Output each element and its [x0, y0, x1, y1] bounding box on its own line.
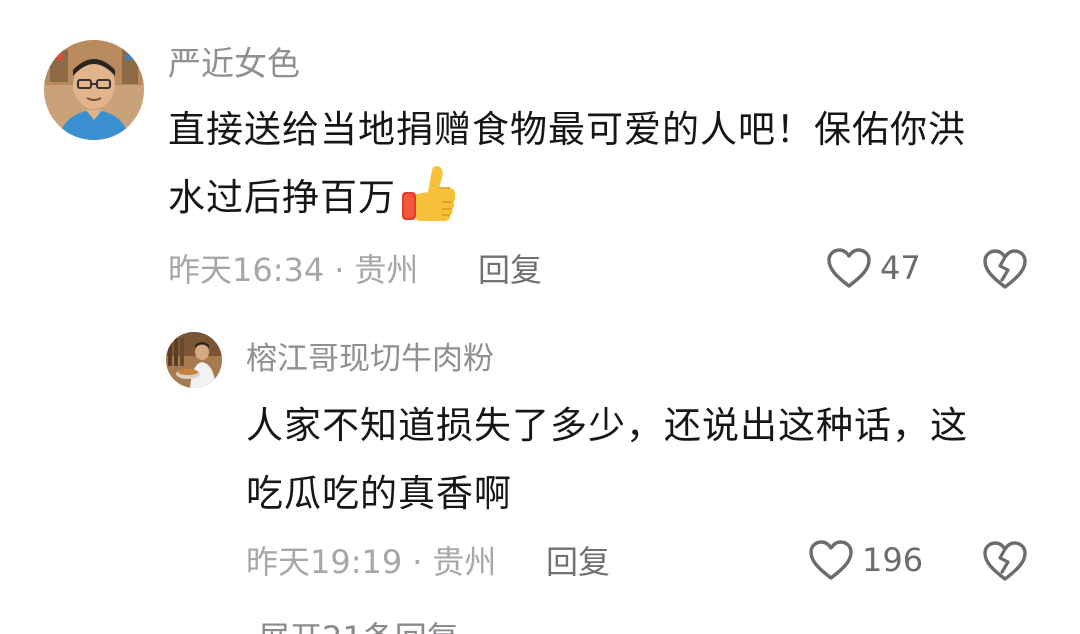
reply-avatar-image: [166, 332, 222, 388]
comment-location: 贵州: [354, 251, 419, 289]
like-button[interactable]: 196: [808, 538, 923, 582]
reply-text: 人家不知道损失了多少，还说出这种话，这 吃瓜吃的真香啊: [246, 392, 1046, 528]
comment-text-line: 直接送给当地捐赠食物最可爱的人吧！保佑你洪: [168, 108, 966, 151]
like-count: 196: [862, 541, 924, 579]
comment-text-line: 水过后挣百万: [168, 164, 1048, 232]
heart-outline-icon: [808, 539, 854, 581]
reply-timestamp: 昨天19:19: [246, 543, 403, 581]
reply-username[interactable]: 榕江哥现切牛肉粉: [246, 338, 494, 380]
meta-separator: ·: [334, 251, 345, 289]
comment-timestamp: 昨天16:34: [168, 251, 325, 289]
reply-location: 贵州: [432, 543, 497, 581]
heart-outline-icon: [826, 247, 872, 289]
reply-button[interactable]: 回复: [478, 248, 542, 292]
user-avatar-image: [44, 40, 144, 140]
comment-meta: 昨天16:34 · 贵州: [168, 248, 418, 292]
thumbs-up-emoji-icon: [398, 164, 458, 226]
avatar[interactable]: [44, 40, 144, 140]
like-count: 47: [880, 249, 921, 287]
reply-text-line: 吃瓜吃的真香啊: [246, 472, 512, 515]
reply-avatar[interactable]: [166, 332, 222, 388]
meta-separator: ·: [412, 543, 423, 581]
reply-meta: 昨天19:19 · 贵州: [246, 540, 496, 584]
comment-username[interactable]: 严近女色: [168, 42, 300, 86]
reply-button[interactable]: 回复: [546, 540, 610, 584]
expand-replies-link[interactable]: 展开21条回复: [258, 616, 459, 634]
reply-text-line: 人家不知道损失了多少，还说出这种话，这: [246, 404, 968, 447]
dislike-button[interactable]: [982, 248, 1028, 290]
comment-text-segment: 水过后挣百万: [168, 176, 396, 219]
like-button[interactable]: 47: [826, 246, 921, 290]
comment-thread: 严近女色 直接送给当地捐赠食物最可爱的人吧！保佑你洪 水过后挣百万 昨天16:3…: [0, 0, 1080, 634]
broken-heart-icon: [982, 248, 1028, 290]
comment-text: 直接送给当地捐赠食物最可爱的人吧！保佑你洪 水过后挣百万: [168, 96, 1048, 232]
dislike-button[interactable]: [982, 540, 1028, 582]
broken-heart-icon: [982, 540, 1028, 582]
